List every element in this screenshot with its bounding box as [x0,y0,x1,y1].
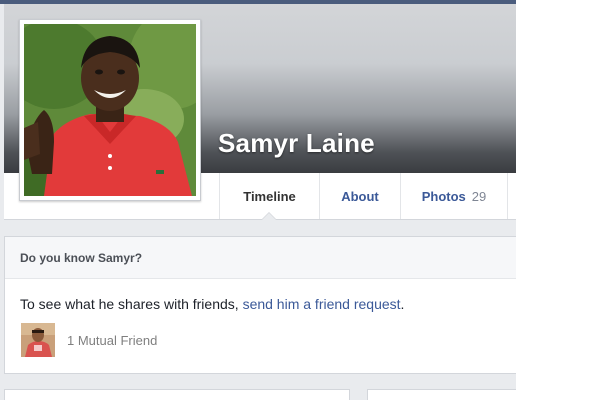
bottom-right-card [367,389,516,400]
friend-avatar-photo-icon [21,323,55,357]
active-tab-caret [262,213,276,220]
tab-timeline-label: Timeline [243,188,296,204]
card-heading: Do you know Samyr? [5,237,516,279]
tab-about-label: About [341,188,379,204]
message-text: To see what he shares with friends, [20,296,243,312]
tab-about[interactable]: About [319,173,400,219]
friend-suggestion-card: Do you know Samyr? To see what he shares… [4,236,516,374]
person-in-red-polo-photo-icon [24,24,196,196]
profile-page: Samyr Laine Timeline About Photos 29 Do … [0,0,516,400]
profile-name[interactable]: Samyr Laine [218,128,375,159]
send-friend-request-link[interactable]: send him a friend request [243,296,401,312]
tab-photos-label: Photos [421,188,466,204]
message-suffix: . [400,296,405,312]
bottom-left-card [4,389,350,400]
mutual-friend-avatar[interactable] [21,323,55,357]
mutual-friends-count[interactable]: 1 Mutual Friend [67,333,157,348]
photos-count: 29 [471,188,487,204]
profile-picture[interactable] [19,19,201,201]
tab-photos[interactable]: Photos 29 [400,173,508,219]
friend-request-message: To see what he shares with friends, send… [20,296,404,312]
